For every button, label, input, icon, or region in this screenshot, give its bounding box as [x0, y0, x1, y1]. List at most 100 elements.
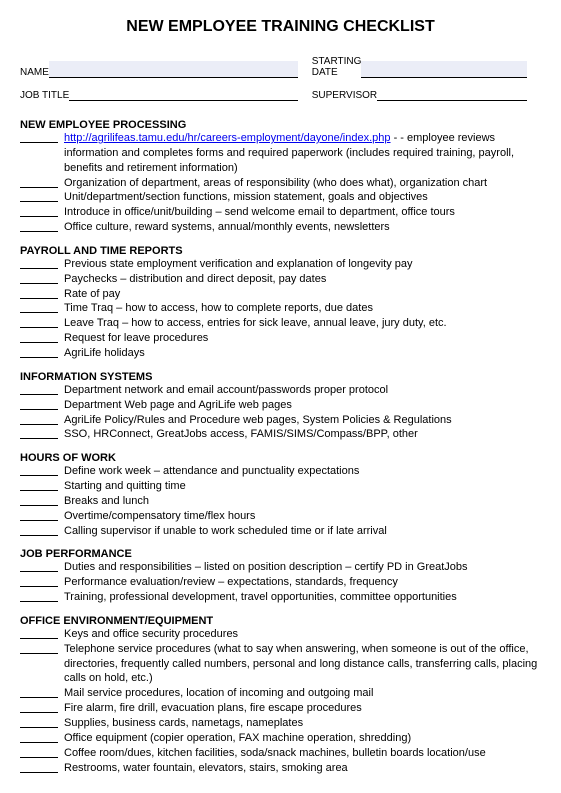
section-head: HOURS OF WORK [20, 452, 541, 464]
checklist-item: Leave Traq – how to access, entries for … [20, 316, 541, 331]
checklist-item: Starting and quitting time [20, 479, 541, 494]
checklist-item: Supplies, business cards, nametags, name… [20, 716, 541, 731]
checklist-text: Office culture, reward systems, annual/m… [64, 220, 541, 235]
checklist-blank[interactable] [20, 190, 58, 202]
checklist-blank[interactable] [20, 701, 58, 713]
checklist-blank[interactable] [20, 316, 58, 328]
checklist-item: Keys and office security procedures [20, 627, 541, 642]
startdate-label: STARTING DATE [312, 56, 362, 78]
checklist-text: Keys and office security procedures [64, 627, 541, 642]
checklist-item: Mail service procedures, location of inc… [20, 686, 541, 701]
jobtitle-label: JOB TITLE [20, 90, 69, 101]
checklist-item: Department network and email account/pas… [20, 383, 541, 398]
startdate-input[interactable] [361, 61, 527, 78]
checklist-item: Performance evaluation/review – expectat… [20, 575, 541, 590]
checklist-text: Duties and responsibilities – listed on … [64, 560, 541, 575]
checklist-blank[interactable] [20, 176, 58, 188]
checklist-text: Request for leave procedures [64, 331, 541, 346]
checklist-blank[interactable] [20, 346, 58, 358]
checklist-blank[interactable] [20, 575, 58, 587]
checklist-text: Fire alarm, fire drill, evacuation plans… [64, 701, 541, 716]
checklist-blank[interactable] [20, 509, 58, 521]
checklist-blank[interactable] [20, 427, 58, 439]
name-label: NAME [20, 67, 49, 78]
checklist-text: AgriLife Policy/Rules and Procedure web … [64, 413, 541, 428]
checklist-blank[interactable] [20, 413, 58, 425]
checklist-blank[interactable] [20, 746, 58, 758]
checklist-text: Telephone service procedures (what to sa… [64, 642, 541, 687]
checklist-blank[interactable] [20, 590, 58, 602]
checklist-blank[interactable] [20, 220, 58, 232]
checklist-blank[interactable] [20, 272, 58, 284]
checklist-item: Paychecks – distribution and direct depo… [20, 272, 541, 287]
supervisor-label: SUPERVISOR [312, 90, 377, 101]
checklist-item: AgriLife holidays [20, 346, 541, 361]
checklist-text: Department Web page and AgriLife web pag… [64, 398, 541, 413]
checklist-blank[interactable] [20, 686, 58, 698]
checklist-text: Rate of pay [64, 287, 541, 302]
section: NEW EMPLOYEE PROCESSINGhttp://agrilifeas… [20, 119, 541, 235]
checklist-blank[interactable] [20, 464, 58, 476]
checklist-text: Leave Traq – how to access, entries for … [64, 316, 541, 331]
checklist-item: Office culture, reward systems, annual/m… [20, 220, 541, 235]
checklist-text: Training, professional development, trav… [64, 590, 541, 605]
checklist-text: Breaks and lunch [64, 494, 541, 509]
checklist-link[interactable]: http://agrilifeas.tamu.edu/hr/careers-em… [64, 132, 391, 144]
checklist-blank[interactable] [20, 383, 58, 395]
section-head: JOB PERFORMANCE [20, 548, 541, 560]
checklist-blank[interactable] [20, 524, 58, 536]
checklist-text: http://agrilifeas.tamu.edu/hr/careers-em… [64, 131, 541, 176]
checklist-item: Request for leave procedures [20, 331, 541, 346]
checklist-text: Mail service procedures, location of inc… [64, 686, 541, 701]
checklist-item: Time Traq – how to access, how to comple… [20, 301, 541, 316]
checklist-blank[interactable] [20, 331, 58, 343]
checklist-blank[interactable] [20, 731, 58, 743]
checklist-item: Duties and responsibilities – listed on … [20, 560, 541, 575]
checklist-blank[interactable] [20, 479, 58, 491]
checklist-item: Organization of department, areas of res… [20, 176, 541, 191]
page-title: NEW EMPLOYEE TRAINING CHECKLIST [20, 18, 541, 36]
checklist-item: Rate of pay [20, 287, 541, 302]
checklist-item: AgriLife Policy/Rules and Procedure web … [20, 413, 541, 428]
checklist-text: Paychecks – distribution and direct depo… [64, 272, 541, 287]
checklist-item: Telephone service procedures (what to sa… [20, 642, 541, 687]
checklist-blank[interactable] [20, 398, 58, 410]
checklist-text: SSO, HRConnect, GreatJobs access, FAMIS/… [64, 427, 541, 442]
checklist-blank[interactable] [20, 205, 58, 217]
checklist-text: Department network and email account/pas… [64, 383, 541, 398]
checklist-text: Starting and quitting time [64, 479, 541, 494]
section: INFORMATION SYSTEMSDepartment network an… [20, 371, 541, 442]
checklist-blank[interactable] [20, 627, 58, 639]
checklist-blank[interactable] [20, 301, 58, 313]
section-head: NEW EMPLOYEE PROCESSING [20, 119, 541, 131]
checklist-blank[interactable] [20, 761, 58, 773]
checklist-item: Restrooms, water fountain, elevators, st… [20, 761, 541, 776]
checklist-text: Performance evaluation/review – expectat… [64, 575, 541, 590]
checklist-blank[interactable] [20, 716, 58, 728]
checklist-item: Calling supervisor if unable to work sch… [20, 524, 541, 539]
section-head: INFORMATION SYSTEMS [20, 371, 541, 383]
section-head: OFFICE ENVIRONMENT/EQUIPMENT [20, 615, 541, 627]
checklist-text: Supplies, business cards, nametags, name… [64, 716, 541, 731]
checklist-text: Time Traq – how to access, how to comple… [64, 301, 541, 316]
checklist-item: Unit/department/section functions, missi… [20, 190, 541, 205]
checklist-text: Overtime/compensatory time/flex hours [64, 509, 541, 524]
checklist-item: Breaks and lunch [20, 494, 541, 509]
checklist-blank[interactable] [20, 257, 58, 269]
checklist-blank[interactable] [20, 642, 58, 654]
checklist-text: Coffee room/dues, kitchen facilities, so… [64, 746, 541, 761]
name-input[interactable] [49, 61, 298, 78]
checklist-blank[interactable] [20, 560, 58, 572]
checklist-item: Coffee room/dues, kitchen facilities, so… [20, 746, 541, 761]
checklist-blank[interactable] [20, 287, 58, 299]
checklist-text: Calling supervisor if unable to work sch… [64, 524, 541, 539]
checklist-blank[interactable] [20, 494, 58, 506]
checklist-blank[interactable] [20, 131, 58, 143]
checklist-text: Previous state employment verification a… [64, 257, 541, 272]
supervisor-input[interactable] [377, 84, 527, 101]
jobtitle-input[interactable] [69, 84, 297, 101]
checklist-text: AgriLife holidays [64, 346, 541, 361]
header-fields: NAME STARTING DATE JOB TITLE SUPERVISOR [20, 56, 541, 107]
checklist-item: Department Web page and AgriLife web pag… [20, 398, 541, 413]
checklist-text: Restrooms, water fountain, elevators, st… [64, 761, 541, 776]
